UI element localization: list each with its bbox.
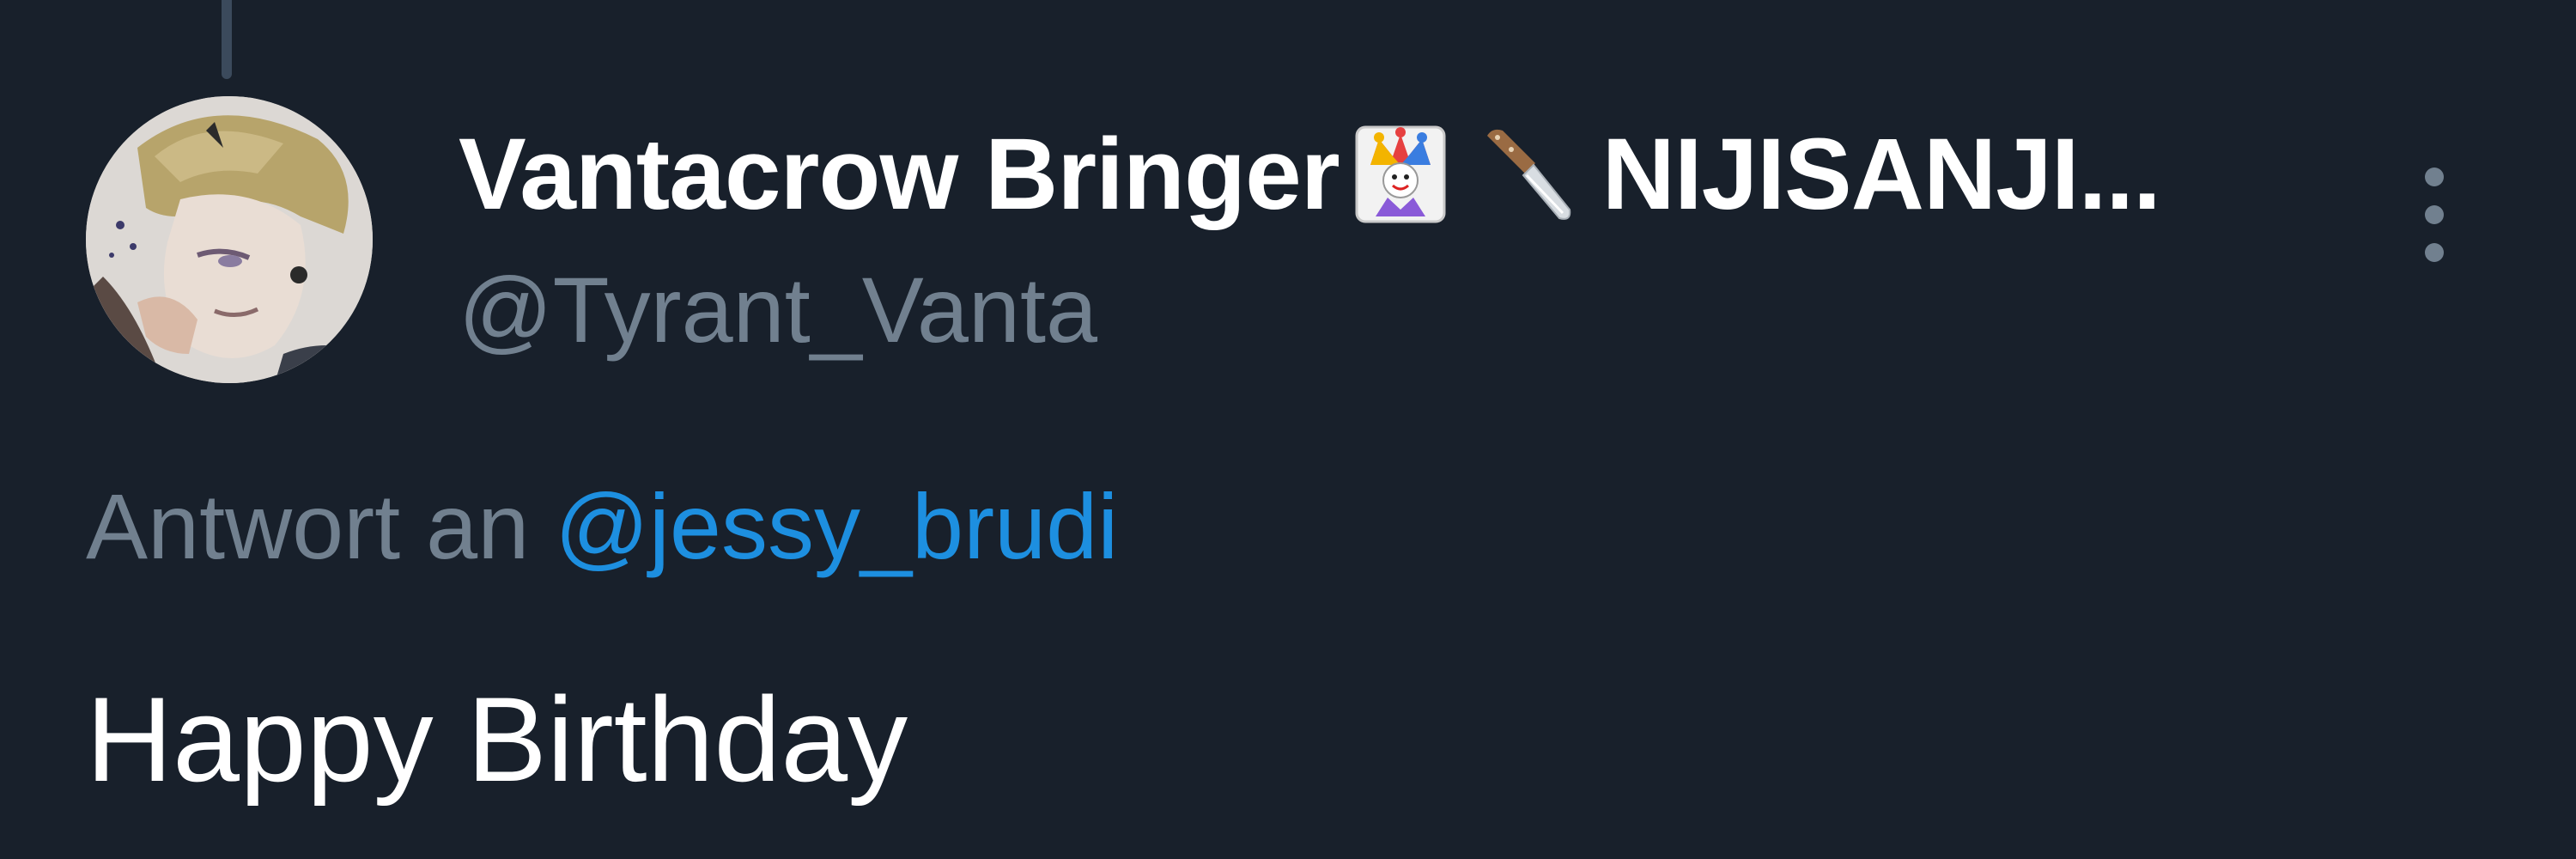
more-vertical-icon [2425,168,2444,262]
tweet-card[interactable]: Vantacrow Bringer NIJISANJI... @Tyrant_V… [0,0,2576,859]
author-display-name[interactable]: Vantacrow Bringer NIJISANJI... [459,118,2161,231]
reply-mention-link[interactable]: @jessy_brudi [555,474,1118,578]
avatar-illustration [86,96,373,383]
avatar[interactable] [86,96,373,383]
kitchen-knife-emoji [1473,124,1575,225]
author-handle[interactable]: @Tyrant_Vanta [459,256,1097,363]
author-name-suffix: NIJISANJI... [1601,118,2161,231]
thread-connector-line [222,0,232,79]
joker-card-emoji [1350,124,1451,225]
author-name-text: Vantacrow Bringer [459,118,1340,231]
reply-context: Antwort an @jessy_brudi [86,472,1118,580]
more-options-button[interactable] [2404,155,2464,283]
reply-prefix: Antwort an [86,474,530,578]
tweet-text: Happy Birthday [86,672,908,807]
